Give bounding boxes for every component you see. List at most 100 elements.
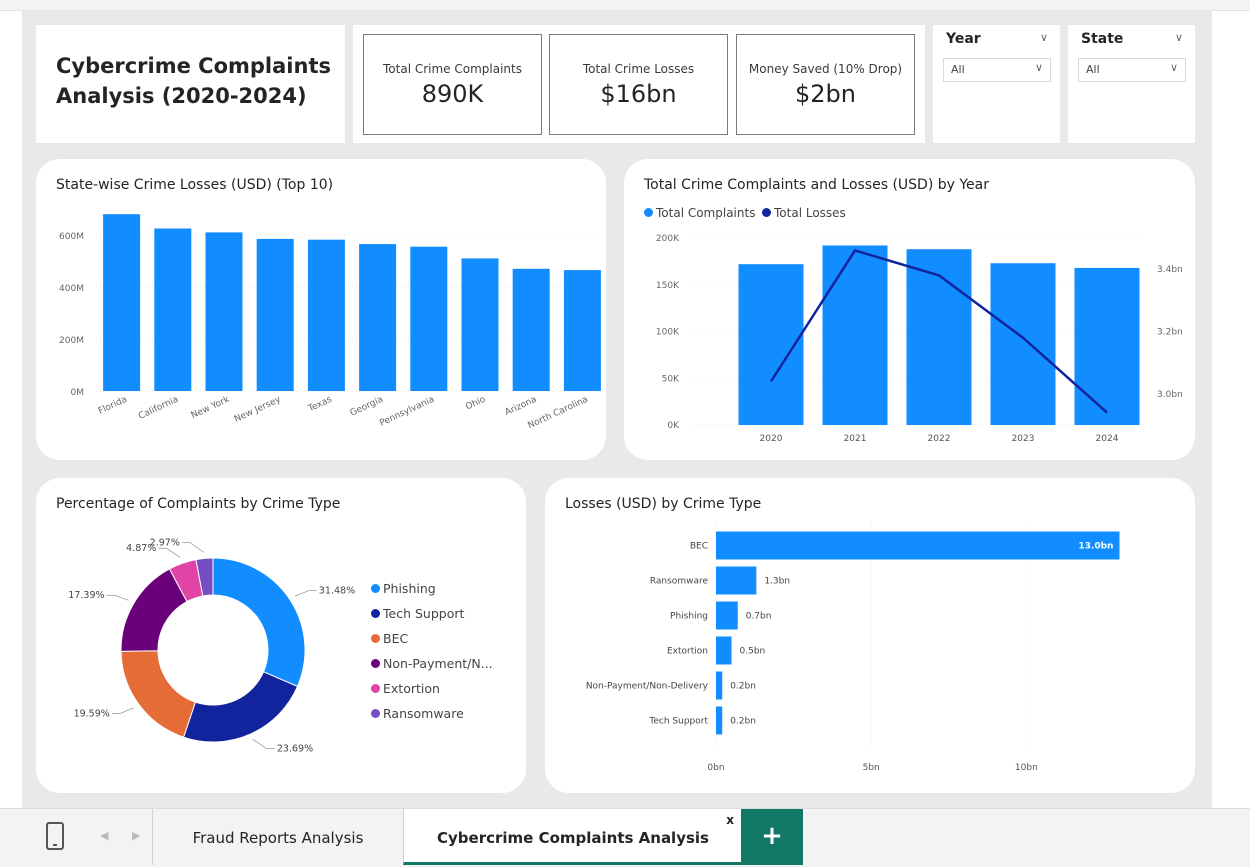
data-label: 2.97% bbox=[150, 537, 180, 548]
legend-dot bbox=[371, 584, 380, 593]
kpi-label: Total Crime Complaints bbox=[383, 62, 522, 76]
year-chart: 0K 50K 100K 150K 200K 3.0bn 3.2bn 3.4bn 2020 2021… bbox=[656, 234, 1183, 444]
legend-label: Tech Support bbox=[383, 606, 465, 621]
y-tick-label: 200M bbox=[59, 336, 84, 346]
kpi-money-saved[interactable]: Money Saved (10% Drop) $2bn bbox=[736, 34, 915, 135]
chevron-left-icon[interactable]: ◀ bbox=[100, 829, 108, 842]
data-label: 0.7bn bbox=[746, 612, 772, 622]
mobile-layout-icon[interactable] bbox=[46, 822, 64, 850]
chevron-down-icon: ∨ bbox=[1169, 61, 1178, 74]
data-label: 0.5bn bbox=[740, 647, 766, 657]
x-tick-label: 2020 bbox=[760, 434, 783, 444]
legend-item[interactable]: Phishing bbox=[371, 581, 436, 596]
page-tab-bar: ◀ ▶ Fraud Reports Analysis Cybercrime Co… bbox=[0, 808, 1250, 867]
y-tick-label: Phishing bbox=[670, 612, 708, 622]
x-tick-label: 5bn bbox=[863, 763, 880, 773]
legend-label: BEC bbox=[383, 631, 409, 646]
state-losses-visual[interactable]: State-wise Crime Losses (USD) (Top 10) 0… bbox=[36, 159, 606, 460]
y-tick-label: 0K bbox=[667, 421, 680, 431]
y-tick-label: 150K bbox=[656, 281, 680, 291]
crime-type-pie-visual[interactable]: Percentage of Complaints by Crime Type 3… bbox=[36, 478, 526, 793]
y2-tick-label: 3.4bn bbox=[1157, 265, 1183, 275]
y-tick-label: 100K bbox=[656, 328, 680, 338]
bar-non-payment-non-delivery bbox=[716, 671, 723, 700]
chevron-down-icon[interactable]: ∨ bbox=[1040, 31, 1048, 44]
bar-pennsylvania bbox=[410, 246, 448, 391]
kpi-value: 890K bbox=[421, 80, 484, 108]
chevron-down-icon: ∨ bbox=[1034, 61, 1043, 74]
x-tick-label: California bbox=[137, 395, 180, 422]
y-tick-label: 0M bbox=[71, 388, 85, 398]
slice-bec bbox=[120, 650, 197, 738]
x-tick-label: 0bn bbox=[707, 763, 724, 773]
data-label: 13.0bn bbox=[1078, 542, 1113, 552]
x-tick-label: Ohio bbox=[464, 394, 488, 412]
kpi-label: Money Saved (10% Drop) bbox=[748, 62, 903, 76]
legend-dot bbox=[371, 609, 380, 618]
legend-item[interactable]: Tech Support bbox=[371, 606, 464, 621]
year-dropdown[interactable]: All ∨ bbox=[943, 58, 1051, 82]
kpi-total-complaints[interactable]: Total Crime Complaints 890K bbox=[363, 34, 542, 135]
state-slicer: State ∨ All ∨ bbox=[1068, 25, 1195, 143]
data-label: 17.39% bbox=[68, 590, 104, 601]
state-losses-chart: 0M 200M 400M 600M Florida California New York N… bbox=[59, 214, 601, 431]
y-tick-label: Extortion bbox=[667, 647, 708, 657]
state-slicer-title: State bbox=[1081, 31, 1124, 47]
y-tick-label: 200K bbox=[656, 234, 680, 244]
bar-2021 bbox=[822, 245, 888, 425]
data-label: 0.2bn bbox=[730, 682, 756, 692]
x-tick-label: Arizona bbox=[504, 395, 539, 418]
losses-by-type-visual[interactable]: Losses (USD) by Crime Type 0bn 5bn 10bn BEC… bbox=[545, 478, 1195, 793]
leader-line bbox=[181, 542, 205, 553]
x-tick-label: Pennsylvania bbox=[378, 395, 436, 429]
bar-florida bbox=[103, 214, 141, 391]
leader-line bbox=[158, 547, 181, 558]
bar-2023 bbox=[990, 263, 1056, 425]
tab-fraud-reports[interactable]: Fraud Reports Analysis bbox=[153, 809, 403, 865]
legend-dot bbox=[371, 659, 380, 668]
legend-item[interactable]: Ransomware bbox=[371, 706, 464, 721]
close-icon[interactable]: x bbox=[726, 791, 734, 849]
y-tick-label: BEC bbox=[690, 542, 708, 552]
y2-tick-label: 3.2bn bbox=[1157, 328, 1183, 338]
bar-bec bbox=[716, 531, 1120, 560]
x-tick-label: 10bn bbox=[1015, 763, 1038, 773]
legend-label: Phishing bbox=[383, 581, 436, 596]
bar-ransomware bbox=[716, 566, 757, 595]
x-tick-label: 2022 bbox=[928, 434, 951, 444]
y-tick-label: 400M bbox=[59, 284, 84, 294]
kpi-panel: Total Crime Complaints 890K Total Crime … bbox=[353, 25, 925, 143]
page-title-line1: Cybercrime Complaints bbox=[56, 54, 331, 78]
leader-line bbox=[294, 590, 317, 597]
slice-phishing bbox=[212, 557, 306, 688]
add-page-button[interactable]: + bbox=[741, 809, 803, 865]
tab-cybercrime-complaints[interactable]: Cybercrime Complaints Analysis x bbox=[403, 809, 742, 865]
legend-label: Non-Payment/N... bbox=[383, 656, 493, 671]
chevron-right-icon[interactable]: ▶ bbox=[132, 829, 140, 842]
page-title-line2: Analysis (2020-2024) bbox=[56, 84, 307, 108]
legend-item[interactable]: BEC bbox=[371, 631, 408, 646]
x-tick-label: 2021 bbox=[844, 434, 867, 444]
kpi-total-losses[interactable]: Total Crime Losses $16bn bbox=[549, 34, 728, 135]
chevron-down-icon[interactable]: ∨ bbox=[1175, 31, 1183, 44]
x-tick-label: 2023 bbox=[1012, 434, 1035, 444]
legend-item[interactable]: Non-Payment/N... bbox=[371, 656, 493, 671]
bar-phishing bbox=[716, 601, 738, 630]
y-tick-label: Ransomware bbox=[650, 577, 709, 587]
x-tick-label: Florida bbox=[97, 395, 129, 417]
bar-california bbox=[154, 228, 192, 391]
bar-arizona bbox=[512, 268, 550, 391]
leader-line bbox=[111, 707, 134, 715]
legend-item[interactable]: Extortion bbox=[371, 681, 440, 696]
legend-dot bbox=[371, 684, 380, 693]
x-tick-label: New Jersey bbox=[233, 394, 283, 424]
state-dropdown[interactable]: All ∨ bbox=[1078, 58, 1186, 82]
leader-line bbox=[106, 594, 129, 601]
slice-tech-support bbox=[182, 671, 299, 743]
legend-label: Ransomware bbox=[383, 706, 464, 721]
y-tick-label: 50K bbox=[662, 374, 680, 384]
data-label: 19.59% bbox=[74, 709, 110, 720]
year-slicer-title: Year bbox=[946, 31, 981, 47]
year-visual[interactable]: Total Crime Complaints and Losses (USD) … bbox=[624, 159, 1195, 460]
leader-line bbox=[252, 739, 275, 750]
